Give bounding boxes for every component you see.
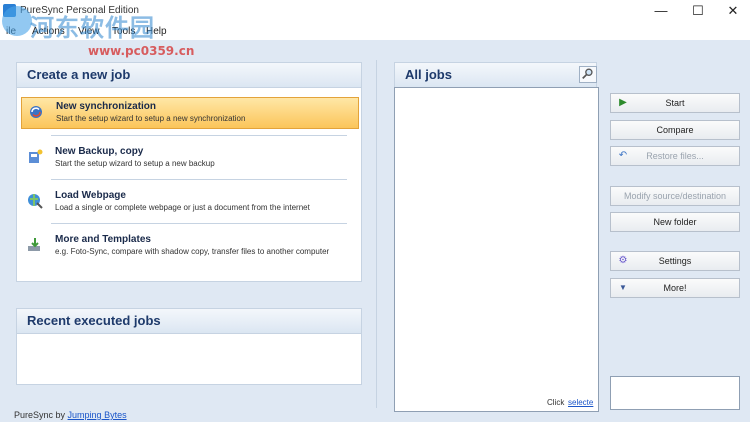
settings-label: Settings — [658, 256, 692, 266]
settings-icon: ⚙ — [618, 255, 628, 266]
create-job-panel: Create a new job New synchronization Sta… — [16, 62, 362, 282]
start-label: Start — [665, 98, 685, 108]
panel-divider — [376, 60, 377, 408]
more-label: More! — [663, 283, 687, 293]
job-title: More and Templates — [55, 234, 151, 245]
recent-jobs-title: Recent executed jobs — [17, 309, 361, 334]
create-job-title: Create a new job — [17, 63, 361, 88]
job-description: Load a single or complete webpage or jus… — [55, 203, 310, 212]
settings-button[interactable]: ⚙ Settings — [610, 251, 740, 271]
minimize-button[interactable]: — — [649, 3, 673, 19]
divider — [51, 135, 347, 136]
sync-icon — [30, 106, 42, 118]
backup-icon — [29, 149, 43, 163]
globe-icon — [28, 194, 43, 209]
restore-files-button[interactable]: ↶ Restore files... — [610, 146, 740, 166]
job-new-synchronization[interactable]: New synchronization Start the setup wiza… — [21, 97, 359, 129]
undo-icon: ↶ — [618, 150, 628, 161]
all-jobs-header: All jobs — [394, 62, 597, 88]
divider — [51, 179, 347, 180]
compare-button[interactable]: Compare — [610, 120, 740, 140]
divider — [51, 223, 347, 224]
watermark-logo — [2, 6, 32, 36]
templates-icon — [28, 238, 40, 251]
footer-text: PureSync by — [14, 410, 66, 420]
more-button[interactable]: ▼ More! — [610, 278, 740, 298]
job-title: New Backup, copy — [55, 146, 144, 157]
new-folder-button[interactable]: New folder — [610, 212, 740, 232]
modify-source-button[interactable]: Modify source/destination — [610, 186, 740, 206]
job-load-webpage[interactable]: Load Webpage Load a single or complete w… — [21, 187, 357, 217]
all-jobs-select-link[interactable]: selecte — [568, 398, 593, 407]
watermark-url: www.pc0359.cn — [88, 44, 195, 58]
dropdown-arrow-icon: ▼ — [619, 283, 627, 292]
compare-label: Compare — [656, 125, 694, 135]
all-jobs-title: All jobs — [394, 62, 597, 88]
close-button[interactable]: ✕ — [721, 3, 745, 19]
search-icon — [582, 68, 593, 79]
play-icon: ▶ — [619, 97, 627, 108]
all-jobs-hint: Click — [547, 398, 565, 407]
job-new-backup[interactable]: New Backup, copy Start the setup wizard … — [21, 143, 357, 173]
job-description: Start the setup wizard to setup a new ba… — [55, 159, 215, 168]
job-more-templates[interactable]: More and Templates e.g. Foto-Sync, compa… — [21, 231, 357, 261]
new-folder-label: New folder — [653, 217, 697, 227]
info-box — [610, 376, 740, 410]
jumping-bytes-link[interactable]: Jumping Bytes — [68, 410, 127, 420]
all-jobs-search-button[interactable] — [579, 66, 597, 83]
recent-jobs-panel: Recent executed jobs — [16, 308, 362, 385]
job-title: New synchronization — [56, 101, 157, 112]
job-description: e.g. Foto-Sync, compare with shadow copy… — [55, 247, 330, 256]
all-jobs-list[interactable]: Click selecte — [394, 87, 599, 412]
watermark-text: 河东软件园 — [30, 13, 155, 42]
modify-label: Modify source/destination — [623, 191, 727, 201]
restore-label: Restore files... — [646, 151, 704, 161]
job-description: Start the setup wizard to setup a new sy… — [56, 114, 246, 123]
maximize-button[interactable]: ☐ — [686, 3, 710, 19]
footer: PureSync by Jumping Bytes — [14, 410, 127, 420]
job-title: Load Webpage — [55, 190, 126, 201]
start-button[interactable]: ▶ Start — [610, 93, 740, 113]
